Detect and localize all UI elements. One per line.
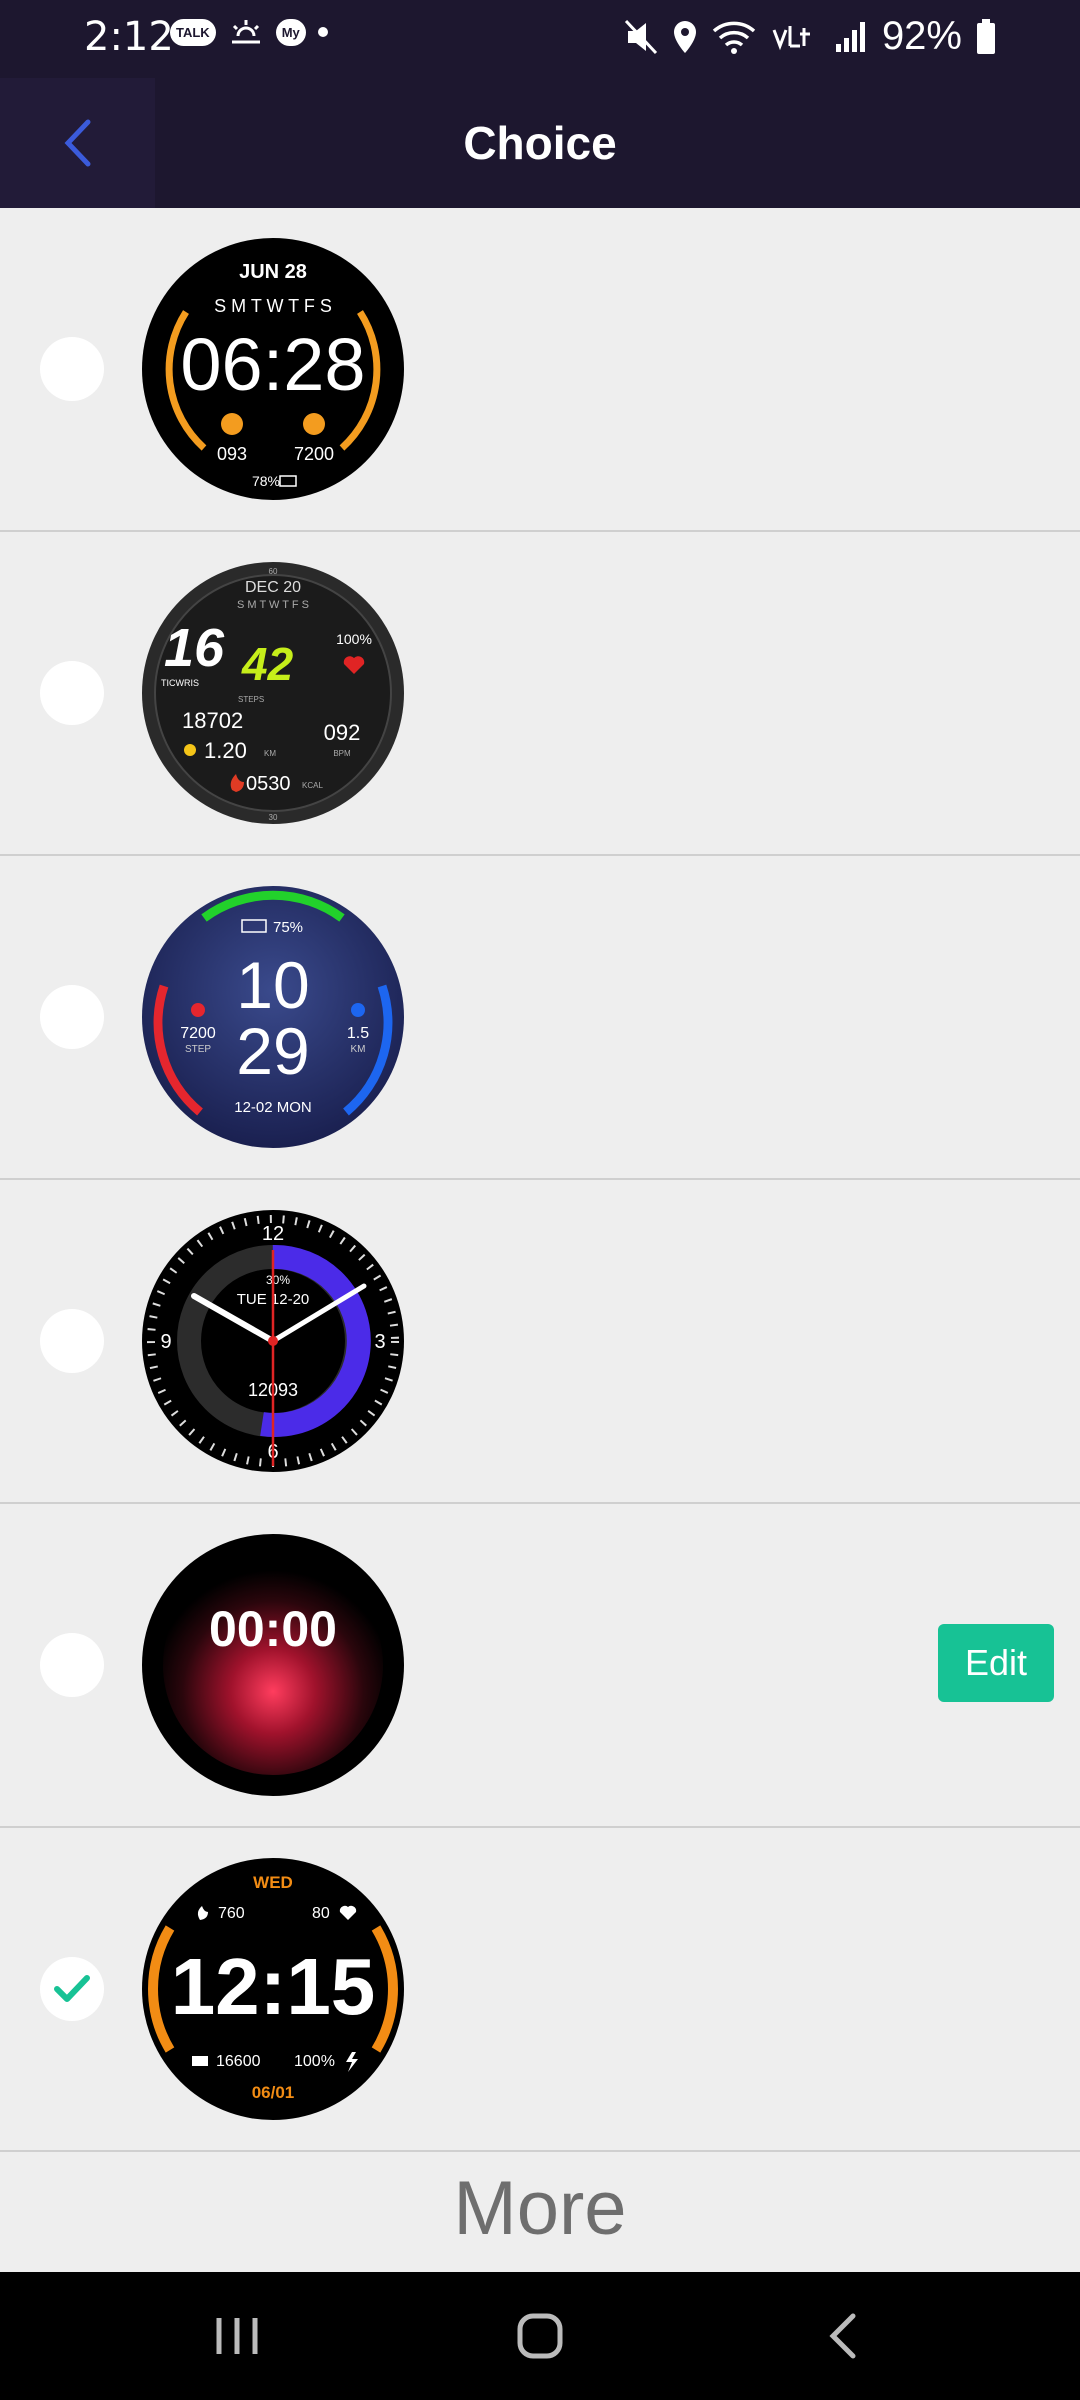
watch-face-row[interactable]: JUN 28 S M T W T F S 06:28 093 7200 78% xyxy=(0,208,1080,532)
page-title: Choice xyxy=(463,117,617,169)
face-steps: 18702 xyxy=(182,708,243,733)
face-date: DEC 20 xyxy=(245,579,301,596)
watch-face-row[interactable]: 12 3 6 9 30% TUE 12-20 12093 xyxy=(0,1180,1080,1504)
face-weekdays: S M T W T F S xyxy=(237,599,309,611)
signal-icon xyxy=(835,21,865,52)
face-heart: 093 xyxy=(217,444,247,464)
watch-face-list: JUN 28 S M T W T F S 06:28 093 7200 78% … xyxy=(0,208,1080,2152)
face-battery: 78% xyxy=(252,473,280,489)
watch-face-preview[interactable]: 75% 10 29 7200 STEP 1.5 KM 12-02 MON xyxy=(142,886,404,1148)
face-minute: 42 xyxy=(241,638,294,690)
heart-icon xyxy=(221,413,243,435)
face-steps: 16600 xyxy=(216,2053,261,2070)
watch-face-preview[interactable]: 60 30 DEC 20 S M T W T F S 16 42 100% TI… xyxy=(142,562,404,824)
mute-icon xyxy=(624,19,658,54)
weather-icon xyxy=(231,20,260,44)
home-icon xyxy=(517,2313,563,2359)
watch-face-preview[interactable]: 00:00 xyxy=(142,1534,404,1796)
face-steps: 7200 xyxy=(294,444,334,464)
face-time: 12:15 xyxy=(171,1942,376,2031)
steps-icon xyxy=(303,413,325,435)
status-time: 2:12 xyxy=(84,14,174,60)
face-n12: 12 xyxy=(262,1223,284,1245)
select-radio-checked[interactable] xyxy=(40,1957,104,2021)
watch-face-row[interactable]: 60 30 DEC 20 S M T W T F S 16 42 100% TI… xyxy=(0,532,1080,856)
face-calories: 760 xyxy=(218,1905,245,1922)
location-icon xyxy=(184,744,196,756)
shoe-icon xyxy=(192,2056,208,2066)
face-steps-label: STEPS xyxy=(238,695,264,704)
back-icon xyxy=(829,2313,856,2359)
select-radio[interactable] xyxy=(40,985,104,1049)
face-n3: 3 xyxy=(374,1331,385,1353)
face-brand: TICWRIS xyxy=(161,678,199,688)
recents-icon xyxy=(216,2318,258,2354)
face-bpm: 092 xyxy=(324,720,361,745)
navigation-bar xyxy=(0,2272,1080,2400)
wifi-icon xyxy=(712,21,756,54)
face-battery: 100% xyxy=(294,2053,335,2070)
face-time: 00:00 xyxy=(209,1601,337,1657)
face-n9: 9 xyxy=(160,1331,171,1353)
face-bpm-unit: BPM xyxy=(333,749,351,758)
face-date: 06/01 xyxy=(252,2083,295,2102)
recents-button[interactable] xyxy=(177,2296,297,2376)
status-right-icons: 92% xyxy=(624,14,996,59)
select-radio[interactable] xyxy=(40,1633,104,1697)
steps-icon xyxy=(191,1003,205,1017)
face-distance: 1.5 xyxy=(347,1025,369,1042)
face-battery: 30% xyxy=(266,1273,290,1287)
watch-face-row[interactable]: 00:00 Edit xyxy=(0,1504,1080,1828)
edit-button[interactable]: Edit xyxy=(938,1624,1054,1702)
face-day: WED xyxy=(253,1873,293,1892)
status-left-icons: TALK My xyxy=(170,18,328,46)
face-distance: 1.20 xyxy=(204,738,247,763)
face-hour: 10 xyxy=(236,948,309,1022)
face-date: 12-02 MON xyxy=(234,1099,312,1116)
watch-face-preview[interactable]: 12 3 6 9 30% TUE 12-20 12093 xyxy=(142,1210,404,1472)
face-kcal: 0530 xyxy=(246,773,291,795)
battery-icon xyxy=(977,18,995,54)
select-radio[interactable] xyxy=(40,661,104,725)
face-time: 06:28 xyxy=(180,323,365,406)
face-distance-unit: KM xyxy=(264,749,276,758)
volte-icon xyxy=(772,25,810,50)
status-bar: 2:12 TALK My 92% xyxy=(0,0,1080,78)
run-icon xyxy=(351,1003,365,1017)
watch-face-preview[interactable]: JUN 28 S M T W T F S 06:28 093 7200 78% xyxy=(142,238,404,500)
more-button[interactable]: More xyxy=(0,2146,1080,2272)
watch-face-row[interactable]: 75% 10 29 7200 STEP 1.5 KM 12-02 MON xyxy=(0,856,1080,1180)
face-mark-top: 60 xyxy=(269,567,278,576)
face-kcal-unit: KCAL xyxy=(302,781,323,790)
select-radio[interactable] xyxy=(40,337,104,401)
home-button[interactable] xyxy=(480,2296,600,2376)
face-minute: 29 xyxy=(236,1014,309,1088)
face-mark-bottom: 30 xyxy=(269,813,278,822)
face-hour: 16 xyxy=(164,618,225,678)
face-steps: 7200 xyxy=(180,1025,216,1042)
watch-face-row[interactable]: WED 760 80 12:15 16600 100% 06/01 xyxy=(0,1828,1080,2152)
face-battery: 100% xyxy=(336,631,372,647)
face-heart: 80 xyxy=(312,1905,330,1922)
face-weekdays: S M T W T F S xyxy=(214,296,332,316)
battery-percent: 92% xyxy=(881,14,962,58)
app-bar: Choice xyxy=(0,78,1080,208)
talk-icon: TALK xyxy=(170,18,216,46)
face-date: JUN 28 xyxy=(239,261,307,283)
select-radio[interactable] xyxy=(40,1309,104,1373)
my-icon: My xyxy=(275,18,306,46)
location-icon xyxy=(673,20,696,53)
face-distance-unit: KM xyxy=(351,1044,366,1055)
face-battery: 75% xyxy=(273,919,303,936)
back-nav-button[interactable] xyxy=(783,2296,903,2376)
watch-face-preview[interactable]: WED 760 80 12:15 16600 100% 06/01 xyxy=(142,1858,404,2120)
dot-icon xyxy=(317,27,328,37)
check-icon xyxy=(54,1975,90,2002)
face-steps-label: STEP xyxy=(185,1044,211,1055)
